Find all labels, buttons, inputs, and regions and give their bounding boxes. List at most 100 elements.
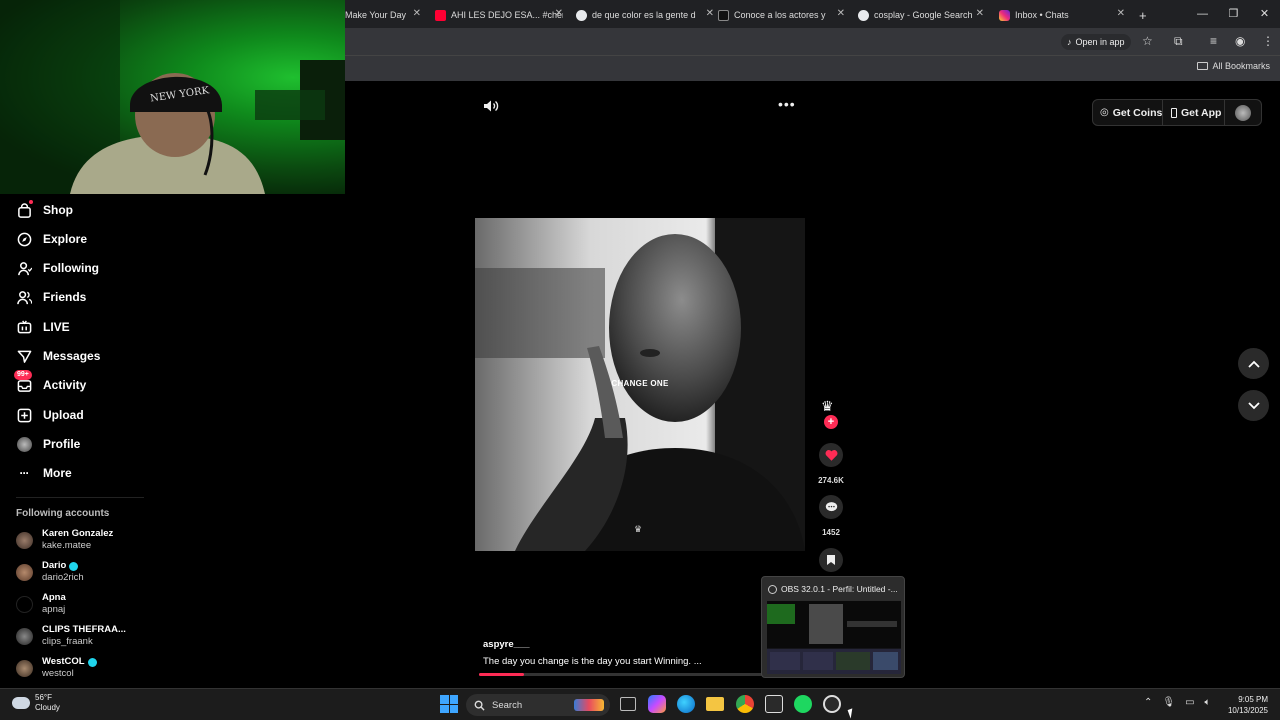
chevron-up-icon <box>1247 360 1260 368</box>
network-icon[interactable]: ▭ <box>1185 697 1194 708</box>
side-panel-icon[interactable]: ⧉ <box>1174 34 1183 48</box>
file-explorer-icon[interactable] <box>706 697 724 711</box>
close-tab-icon[interactable]: ✕ <box>555 8 563 19</box>
next-video-button[interactable] <box>1238 390 1269 421</box>
sidebar-item-label: Following <box>43 261 99 275</box>
video-author[interactable]: aspyre___ <box>483 639 529 650</box>
obs-taskbar-preview[interactable]: OBS 32.0.1 - Perfil: Untitled -... <box>761 576 905 678</box>
taskbar-clock[interactable]: 9:05 PM 10/13/2025 <box>1228 694 1268 716</box>
browser-tab[interactable]: cosplay - Google Search ✕ <box>858 4 984 26</box>
sidebar-item-messages[interactable]: Messages <box>16 345 100 367</box>
following-account[interactable]: CLIPS THEFRAA... clips_fraank <box>16 622 126 650</box>
sidebar-item-label: Upload <box>43 408 84 422</box>
copilot-icon[interactable] <box>648 695 666 713</box>
video-progress-bar[interactable] <box>479 673 762 676</box>
avatar <box>16 531 33 549</box>
chrome-icon[interactable] <box>736 695 754 713</box>
like-button[interactable] <box>819 443 843 467</box>
profile-avatar-icon[interactable]: ◉ <box>1235 34 1245 48</box>
restore-icon[interactable]: ❐ <box>1218 0 1249 28</box>
sidebar-item-friends[interactable]: Friends <box>16 286 86 308</box>
tab-title: Inbox • Chats <box>1015 10 1069 20</box>
more-options-icon[interactable]: ••• <box>778 96 796 112</box>
plus-square-icon <box>16 407 32 423</box>
sidebar-item-live[interactable]: LIVE <box>16 316 70 338</box>
following-account[interactable]: Apna apnaj <box>16 590 66 618</box>
clock-date: 10/13/2025 <box>1227 706 1268 715</box>
browser-tab[interactable]: Make Your Day ✕ <box>345 4 421 26</box>
following-account[interactable]: Karen Gonzalez kake.matee <box>16 526 113 554</box>
bookmark-star-icon[interactable]: ☆ <box>1142 34 1153 48</box>
sidebar-divider <box>16 497 144 498</box>
windows-start-icon[interactable] <box>440 695 458 713</box>
user-follow-icon <box>16 260 32 276</box>
get-coins-button[interactable]: ◎ Get Coins <box>1092 99 1172 126</box>
new-tab-label: + <box>1139 7 1147 23</box>
bookmarks-bar: All Bookmarks <box>345 55 1280 81</box>
browser-tab-strip: Make Your Day ✕ AHI LES DEJO ESA... #che… <box>345 0 1280 28</box>
following-account[interactable]: Dario dario2rich <box>16 558 84 586</box>
search-highlight-icon <box>574 699 604 711</box>
chrome-menu-icon[interactable]: ⋮ <box>1262 34 1274 48</box>
browser-tab[interactable]: de que color es la gente d ✕ <box>576 4 714 26</box>
microsoft-store-icon[interactable] <box>765 695 783 713</box>
google-favicon-icon <box>576 9 587 21</box>
sidebar-item-activity[interactable]: 99+ Activity <box>14 370 86 396</box>
sidebar-item-shop[interactable]: Shop <box>16 199 73 221</box>
volume-icon[interactable] <box>483 99 499 116</box>
follow-plus-button[interactable]: + <box>824 415 838 429</box>
account-name: Dario <box>42 560 67 571</box>
sidebar-item-label: Profile <box>43 437 81 451</box>
creator-avatar-crown-icon[interactable]: ♛ <box>821 398 834 415</box>
all-bookmarks-label: All Bookmarks <box>1212 61 1270 71</box>
profile-menu-button[interactable] <box>1224 99 1262 126</box>
browser-tab[interactable]: Inbox • Chats ✕ <box>999 4 1125 26</box>
bookmark-button[interactable] <box>819 548 843 572</box>
video-description[interactable]: The day you change is the day you start … <box>483 656 702 667</box>
following-account[interactable]: WestCOL westcol <box>16 654 97 682</box>
sidebar-item-profile[interactable]: Profile <box>16 433 80 455</box>
google-favicon-icon <box>858 9 869 21</box>
browser-tab[interactable]: AHI LES DEJO ESA... #cher ✕ <box>435 4 563 26</box>
close-tab-icon[interactable]: ✕ <box>706 8 714 19</box>
close-tab-icon[interactable]: ✕ <box>1117 8 1125 19</box>
spotify-icon[interactable] <box>794 695 812 713</box>
close-window-icon[interactable]: ✕ <box>1249 0 1280 28</box>
sidebar-item-explore[interactable]: Explore <box>16 228 87 250</box>
open-in-app-button[interactable]: ♪ Open in app <box>1061 34 1131 50</box>
tab-title: Conoce a los actores y act <box>734 10 826 20</box>
browser-tab[interactable]: Conoce a los actores y act ✕ <box>718 4 845 26</box>
folder-icon <box>1197 62 1209 70</box>
reading-list-icon[interactable]: ≡ <box>1210 34 1217 48</box>
sidebar-item-more[interactable]: ··· More <box>16 462 72 484</box>
previous-video-button[interactable] <box>1238 348 1269 379</box>
account-username: clips_fraank <box>42 636 93 647</box>
sidebar-item-following[interactable]: Following <box>16 257 99 279</box>
close-tab-icon[interactable]: ✕ <box>976 8 984 19</box>
close-tab-icon[interactable]: ✕ <box>413 8 421 19</box>
obs-studio-icon[interactable] <box>823 695 841 713</box>
minimize-icon[interactable]: — <box>1187 0 1218 28</box>
comment-button[interactable] <box>819 495 843 519</box>
taskbar-search[interactable]: Search <box>466 694 610 716</box>
tab-title: AHI LES DEJO ESA... #cher <box>451 10 563 20</box>
sidebar-item-label: More <box>43 466 72 480</box>
close-tab-icon[interactable]: ✕ <box>837 8 845 19</box>
weather-widget[interactable]: 56°F Cloudy <box>12 693 60 713</box>
sidebar-item-upload[interactable]: Upload <box>16 404 84 426</box>
task-view-icon[interactable] <box>620 697 636 711</box>
all-bookmarks-button[interactable]: All Bookmarks <box>1197 61 1270 71</box>
speaker-icon[interactable]: 🔈︎ <box>1205 697 1211 708</box>
tray-overflow-chevron-icon[interactable]: ⌃ <box>1144 697 1152 708</box>
edge-browser-icon[interactable] <box>677 695 695 713</box>
microphone-icon[interactable]: 🎙︎ <box>1162 697 1175 708</box>
account-name: CLIPS THEFRAA... <box>42 624 126 635</box>
new-tab-button[interactable]: + <box>1139 4 1153 26</box>
comment-count: 1452 <box>822 528 840 537</box>
shop-bag-icon <box>16 200 33 218</box>
inbox-icon: 99+ <box>14 370 32 393</box>
weather-temp: 56°F <box>35 693 52 702</box>
video-player[interactable]: CHANGE ONE ♛ <box>475 218 805 551</box>
obs-preview-thumbnail <box>767 601 901 674</box>
get-app-button[interactable]: Get App <box>1162 99 1231 126</box>
